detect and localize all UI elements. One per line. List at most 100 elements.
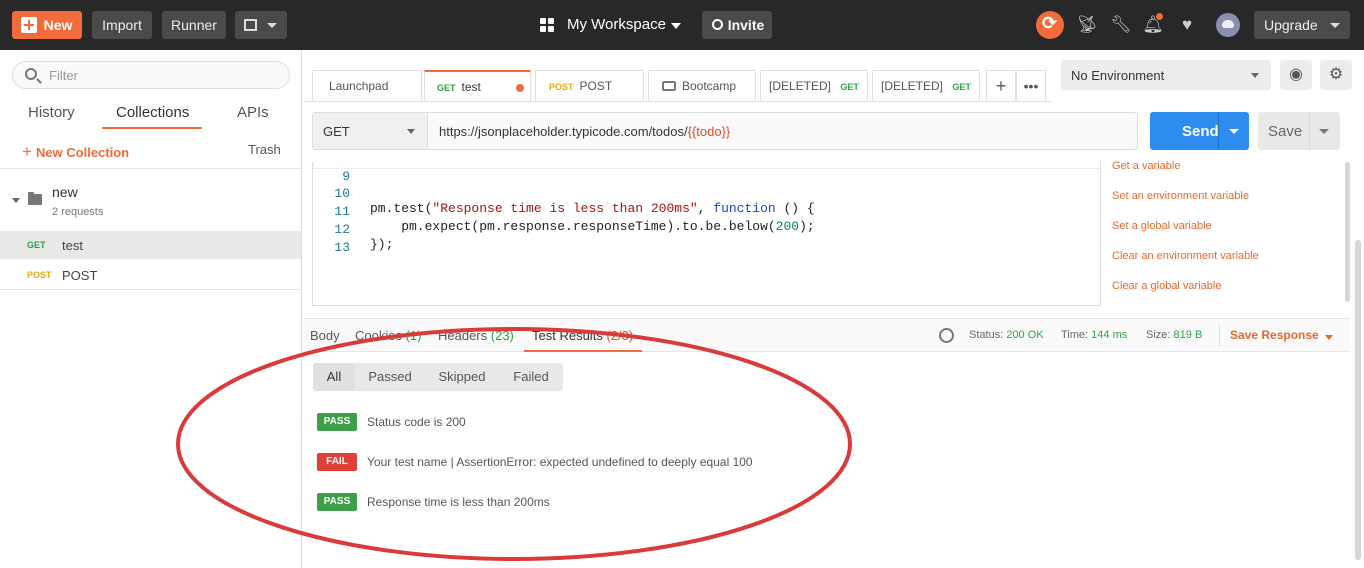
chevron-down-icon (1251, 73, 1259, 78)
test-result-text: Status code is 200 (367, 415, 466, 429)
code-line: 12 }); (313, 207, 393, 252)
collection-count: 2 requests (52, 206, 104, 218)
fail-badge: FAIL (317, 453, 357, 471)
tests-editor[interactable]: 9 10 pm.test("Response time is less than… (312, 162, 1101, 306)
search-icon (25, 68, 37, 80)
heart-icon[interactable]: ♥ (1176, 14, 1198, 36)
main-scrollbar[interactable] (1355, 240, 1361, 560)
sidebar: History Collections APIs +New Collection… (0, 50, 302, 568)
chevron-down-icon (407, 129, 415, 134)
active-tab-indicator (102, 127, 202, 129)
gear-icon[interactable]: ⚙ (1320, 60, 1352, 90)
satellite-icon[interactable]: 📡︎ (1076, 14, 1098, 36)
globe-icon[interactable] (939, 328, 954, 343)
new-collection-button[interactable]: + New Collection (22, 142, 129, 162)
trash-button[interactable]: Trash (248, 142, 281, 157)
avatar[interactable] (1216, 13, 1240, 37)
save-label: Save (1268, 123, 1303, 140)
eye-icon[interactable]: ◉ (1280, 60, 1312, 90)
more-tabs-button[interactable]: ••• (1016, 70, 1046, 102)
wrench-icon[interactable]: 🔧︎ (1110, 14, 1132, 36)
url-input[interactable]: https://jsonplaceholder.typicode.com/tod… (439, 124, 730, 139)
sidebar-request-test[interactable]: GET test (0, 231, 301, 259)
divider (1309, 112, 1310, 150)
environment-label: No Environment (1071, 68, 1165, 83)
tab-label: test (461, 80, 481, 94)
new-window-button[interactable] (235, 11, 287, 39)
collection-item[interactable]: new 2 requests (0, 180, 301, 228)
divider (1219, 325, 1220, 347)
new-collection-label: New Collection (35, 145, 130, 160)
filter-failed[interactable]: Failed (503, 363, 559, 391)
snippet-set-global-variable[interactable]: Set a global variable (1112, 220, 1212, 232)
tab-launchpad[interactable]: Launchpad (312, 70, 422, 102)
method-select[interactable]: GET (313, 113, 428, 149)
filter-input[interactable] (49, 66, 279, 84)
plus-icon (21, 17, 37, 33)
snippet-set-env-variable[interactable]: Set an environment variable (1112, 190, 1249, 202)
new-button[interactable]: New (12, 11, 82, 39)
pass-badge: PASS (317, 413, 357, 431)
method-badge: GET (952, 82, 971, 92)
tab-headers[interactable]: Headers (23) (438, 328, 514, 343)
filter-all[interactable]: All (313, 363, 355, 391)
code-text: pm.test("Response time is less than 200m… (370, 201, 815, 216)
chevron-down-icon (1330, 23, 1340, 28)
tab-apis[interactable]: APIs (237, 104, 269, 121)
upgrade-button[interactable]: Upgrade (1254, 11, 1350, 39)
sync-icon[interactable] (1036, 11, 1064, 39)
url-bar: GET https://jsonplaceholder.typicode.com… (312, 112, 1138, 150)
method-badge: GET (840, 82, 859, 92)
import-button[interactable]: Import (92, 11, 152, 39)
method-label: GET (323, 124, 350, 139)
snippet-get-variable[interactable]: Get a variable (1112, 160, 1180, 172)
chevron-down-icon[interactable] (1229, 129, 1239, 134)
chevron-down-icon (671, 23, 681, 29)
editor-top-line (313, 168, 1100, 169)
save-response-button[interactable]: Save Response (1230, 328, 1333, 342)
snippet-clear-env-variable[interactable]: Clear an environment variable (1112, 250, 1259, 262)
environment-select[interactable]: No Environment (1061, 60, 1271, 90)
tab-post[interactable]: POST POST (535, 70, 644, 102)
chevron-down-icon[interactable] (1319, 129, 1329, 134)
snippet-clear-global-variable[interactable]: Clear a global variable (1112, 280, 1221, 292)
code-line: 10 pm.test("Response time is less than 2… (313, 171, 814, 216)
caret-down-icon[interactable] (12, 198, 20, 203)
tab-history[interactable]: History (28, 104, 75, 121)
tab-cookies[interactable]: Cookies (1) (355, 328, 421, 343)
snippets-scrollbar[interactable] (1345, 162, 1350, 302)
runner-button[interactable]: Runner (162, 11, 226, 39)
chevron-down-icon (1324, 335, 1333, 340)
line-number: 13 (334, 240, 350, 255)
method-badge: POST (27, 270, 52, 280)
plus-icon: + (22, 142, 32, 161)
tab-get-test[interactable]: GET test (424, 70, 531, 102)
folder-icon (28, 192, 42, 205)
filter-skipped[interactable]: Skipped (429, 363, 495, 391)
send-button[interactable]: Send (1150, 112, 1249, 150)
time-readout: Time: 144 ms (1061, 329, 1128, 341)
tab-deleted-2[interactable]: [DELETED] GET (872, 70, 980, 102)
method-badge: POST (549, 82, 574, 92)
add-tab-button[interactable]: + (986, 70, 1016, 102)
status-readout: Status: 200 OK (969, 329, 1044, 341)
tab-bootcamp[interactable]: Bootcamp (648, 70, 756, 102)
tab-deleted-1[interactable]: [DELETED] GET (760, 70, 868, 102)
size-readout: Size: 819 B (1146, 329, 1203, 341)
tab-label: Bootcamp (682, 79, 737, 93)
tabs-baseline (303, 101, 1051, 102)
save-button[interactable]: Save (1258, 112, 1340, 150)
tab-collections[interactable]: Collections (116, 104, 189, 121)
filter-passed[interactable]: Passed (359, 363, 421, 391)
sidebar-request-post[interactable]: POST POST (0, 261, 301, 289)
send-label: Send (1182, 123, 1219, 140)
main-panel: Launchpad GET test POST POST Bootcamp [DEL… (303, 50, 1364, 568)
invite-button[interactable]: Invite (702, 11, 772, 39)
tab-test-results[interactable]: Test Results (2/3) (532, 328, 633, 343)
filter-box[interactable] (12, 61, 290, 89)
divider (0, 168, 301, 169)
notification-dot (1156, 13, 1163, 20)
graduation-cap-icon (662, 81, 676, 91)
code-line: 11 pm.expect(pm.response.responseTime).t… (313, 189, 814, 234)
tab-body[interactable]: Body (310, 328, 340, 343)
